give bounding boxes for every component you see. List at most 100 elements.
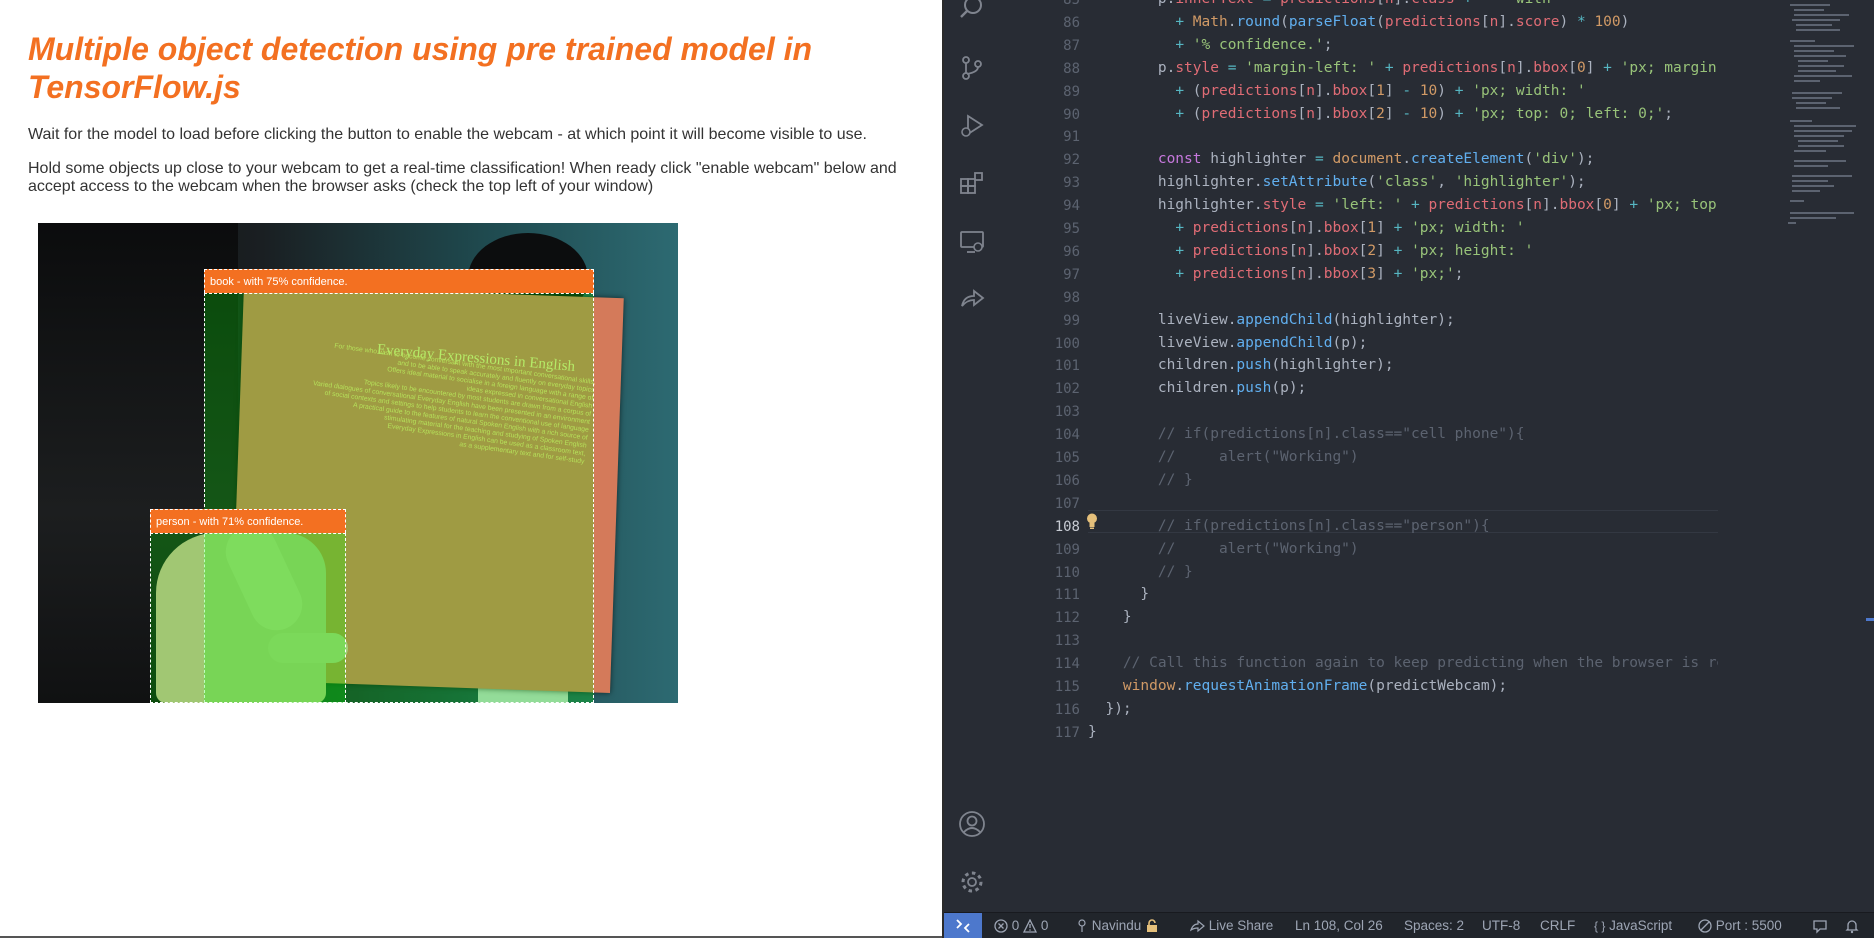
- line-number: 91: [1063, 129, 1080, 146]
- code-line[interactable]: liveView.appendChild(highlighter);: [1088, 309, 1718, 331]
- port-label: Port : 5500: [1715, 918, 1782, 933]
- line-number: 106: [1054, 472, 1080, 489]
- code-line[interactable]: const highlighter = document.createEleme…: [1088, 148, 1718, 170]
- page-title: Multiple object detection using pre trai…: [28, 31, 813, 105]
- code-line[interactable]: p.innerText = predictions[n].class + ' -…: [1088, 0, 1718, 10]
- indentation[interactable]: Spaces: 2: [1404, 913, 1464, 938]
- line-ending[interactable]: CRLF: [1540, 913, 1575, 938]
- scrollbar-thumb[interactable]: [1866, 618, 1874, 621]
- code-line[interactable]: [1088, 400, 1718, 422]
- extensions-icon[interactable]: [958, 170, 986, 198]
- language-label: JavaScript: [1609, 918, 1673, 933]
- code-line[interactable]: // if(predictions[n].class=="cell phone"…: [1088, 423, 1718, 445]
- status-bar: 0 0 Navindu Live Share Ln 108, Col 26 Sp…: [944, 912, 1874, 938]
- cursor-position[interactable]: Ln 108, Col 26: [1295, 913, 1383, 938]
- line-number: 104: [1054, 427, 1080, 444]
- code-line[interactable]: });: [1088, 698, 1718, 720]
- settings-gear-icon[interactable]: [958, 868, 986, 896]
- user-icon: [1078, 919, 1086, 932]
- browser-page: Multiple object detection using pre trai…: [0, 0, 942, 938]
- code-line[interactable]: }: [1088, 583, 1718, 605]
- code-line[interactable]: p.style = 'margin-left: ' + predictions[…: [1088, 57, 1718, 79]
- line-number: 112: [1054, 610, 1080, 627]
- run-debug-icon[interactable]: [958, 112, 986, 140]
- code-line[interactable]: // alert("Working"): [1088, 538, 1718, 560]
- live-share-button[interactable]: Live Share: [1190, 913, 1273, 938]
- code-line[interactable]: // alert("Working"): [1088, 446, 1718, 468]
- code-line[interactable]: // Call this function again to keep pred…: [1088, 652, 1718, 674]
- code-line[interactable]: + (predictions[n].bbox[2] - 10) + 'px; t…: [1088, 103, 1718, 125]
- line-number: 111: [1054, 587, 1080, 604]
- line-number: 98: [1063, 289, 1080, 306]
- line-number: 94: [1063, 198, 1080, 215]
- remote-explorer-icon[interactable]: [958, 228, 986, 256]
- line-number: 86: [1063, 14, 1080, 31]
- line-number: 107: [1054, 495, 1080, 512]
- remote-indicator[interactable]: [944, 913, 982, 938]
- prediction-label-book: book - with 75% confidence.: [204, 269, 594, 293]
- feedback-icon[interactable]: [1812, 918, 1828, 934]
- code-line[interactable]: highlighter.setAttribute('class', 'highl…: [1088, 171, 1718, 193]
- live-share-icon: [1190, 919, 1205, 933]
- code-line[interactable]: + '% confidence.';: [1088, 34, 1718, 56]
- line-number: 108: [1054, 518, 1080, 535]
- language-mode[interactable]: { } JavaScript: [1594, 913, 1672, 938]
- code-line[interactable]: liveView.appendChild(p);: [1088, 332, 1718, 354]
- code-line[interactable]: [1088, 125, 1718, 147]
- code-line[interactable]: highlighter.style = 'left: ' + predictio…: [1088, 194, 1718, 216]
- code-line[interactable]: + predictions[n].bbox[3] + 'px;';: [1088, 263, 1718, 285]
- live-server-port[interactable]: Port : 5500: [1698, 913, 1782, 938]
- line-number: 92: [1063, 152, 1080, 169]
- port-icon: [1698, 919, 1712, 933]
- account-status[interactable]: Navindu: [1076, 913, 1159, 938]
- highlighter-person: [150, 533, 346, 703]
- line-number: 102: [1054, 381, 1080, 398]
- code-line[interactable]: + predictions[n].bbox[1] + 'px; width: ': [1088, 217, 1718, 239]
- search-icon[interactable]: [958, 0, 986, 22]
- code-line[interactable]: }: [1088, 606, 1718, 628]
- code-line[interactable]: + (predictions[n].bbox[1] - 10) + 'px; w…: [1088, 80, 1718, 102]
- code-line[interactable]: [1088, 492, 1718, 514]
- live-share-label: Live Share: [1208, 918, 1274, 933]
- code-line[interactable]: [1088, 629, 1718, 651]
- code-line[interactable]: // }: [1088, 561, 1718, 583]
- code-line[interactable]: + Math.round(parseFloat(predictions[n].s…: [1088, 11, 1718, 33]
- line-number: 109: [1054, 541, 1080, 558]
- minimap[interactable]: [1784, 0, 1874, 912]
- line-number: 117: [1054, 724, 1080, 741]
- prediction-label-person: person - with 71% confidence.: [150, 509, 346, 533]
- line-number: 89: [1063, 83, 1080, 100]
- error-icon: [994, 919, 1008, 933]
- bell-icon[interactable]: [1844, 918, 1860, 934]
- line-number: 88: [1063, 60, 1080, 77]
- line-number: 116: [1054, 701, 1080, 718]
- source-control-icon[interactable]: [958, 54, 986, 82]
- code-line[interactable]: + predictions[n].bbox[2] + 'px; height: …: [1088, 240, 1718, 262]
- line-number: 95: [1063, 221, 1080, 237]
- warning-count: 0: [1040, 918, 1049, 933]
- live-share-icon[interactable]: [958, 286, 986, 314]
- line-number: 110: [1054, 564, 1080, 581]
- account-icon[interactable]: [958, 810, 986, 838]
- line-number: 103: [1054, 404, 1080, 421]
- code-editor[interactable]: p.innerText = predictions[n].class + ' -…: [1088, 0, 1718, 912]
- code-line[interactable]: [1088, 286, 1718, 308]
- line-number: 100: [1054, 335, 1080, 352]
- line-number: 96: [1063, 243, 1080, 260]
- code-line[interactable]: window.requestAnimationFrame(predictWebc…: [1088, 675, 1718, 697]
- remote-icon: [956, 919, 970, 933]
- webcam-live-view: Everyday Expressions in English For thos…: [38, 223, 678, 703]
- line-number: 85: [1063, 0, 1080, 8]
- warning-icon: [1023, 919, 1038, 933]
- code-line[interactable]: // }: [1088, 469, 1718, 491]
- code-line[interactable]: children.push(highlighter);: [1088, 354, 1718, 376]
- minimap-preview: [1788, 4, 1856, 224]
- problems-indicator[interactable]: 0 0: [994, 913, 1048, 938]
- encoding[interactable]: UTF-8: [1482, 913, 1520, 938]
- line-number: 99: [1063, 312, 1080, 329]
- code-line[interactable]: // if(predictions[n].class=="person"){: [1088, 515, 1718, 537]
- line-number-gutter: 85 86 87 88 89 90 91 92 93 94 95 96 97 98 99 100 101 102 1…: [1000, 0, 1080, 912]
- line-number: 90: [1063, 106, 1080, 123]
- code-line[interactable]: }: [1088, 721, 1718, 743]
- code-line[interactable]: children.push(p);: [1088, 377, 1718, 399]
